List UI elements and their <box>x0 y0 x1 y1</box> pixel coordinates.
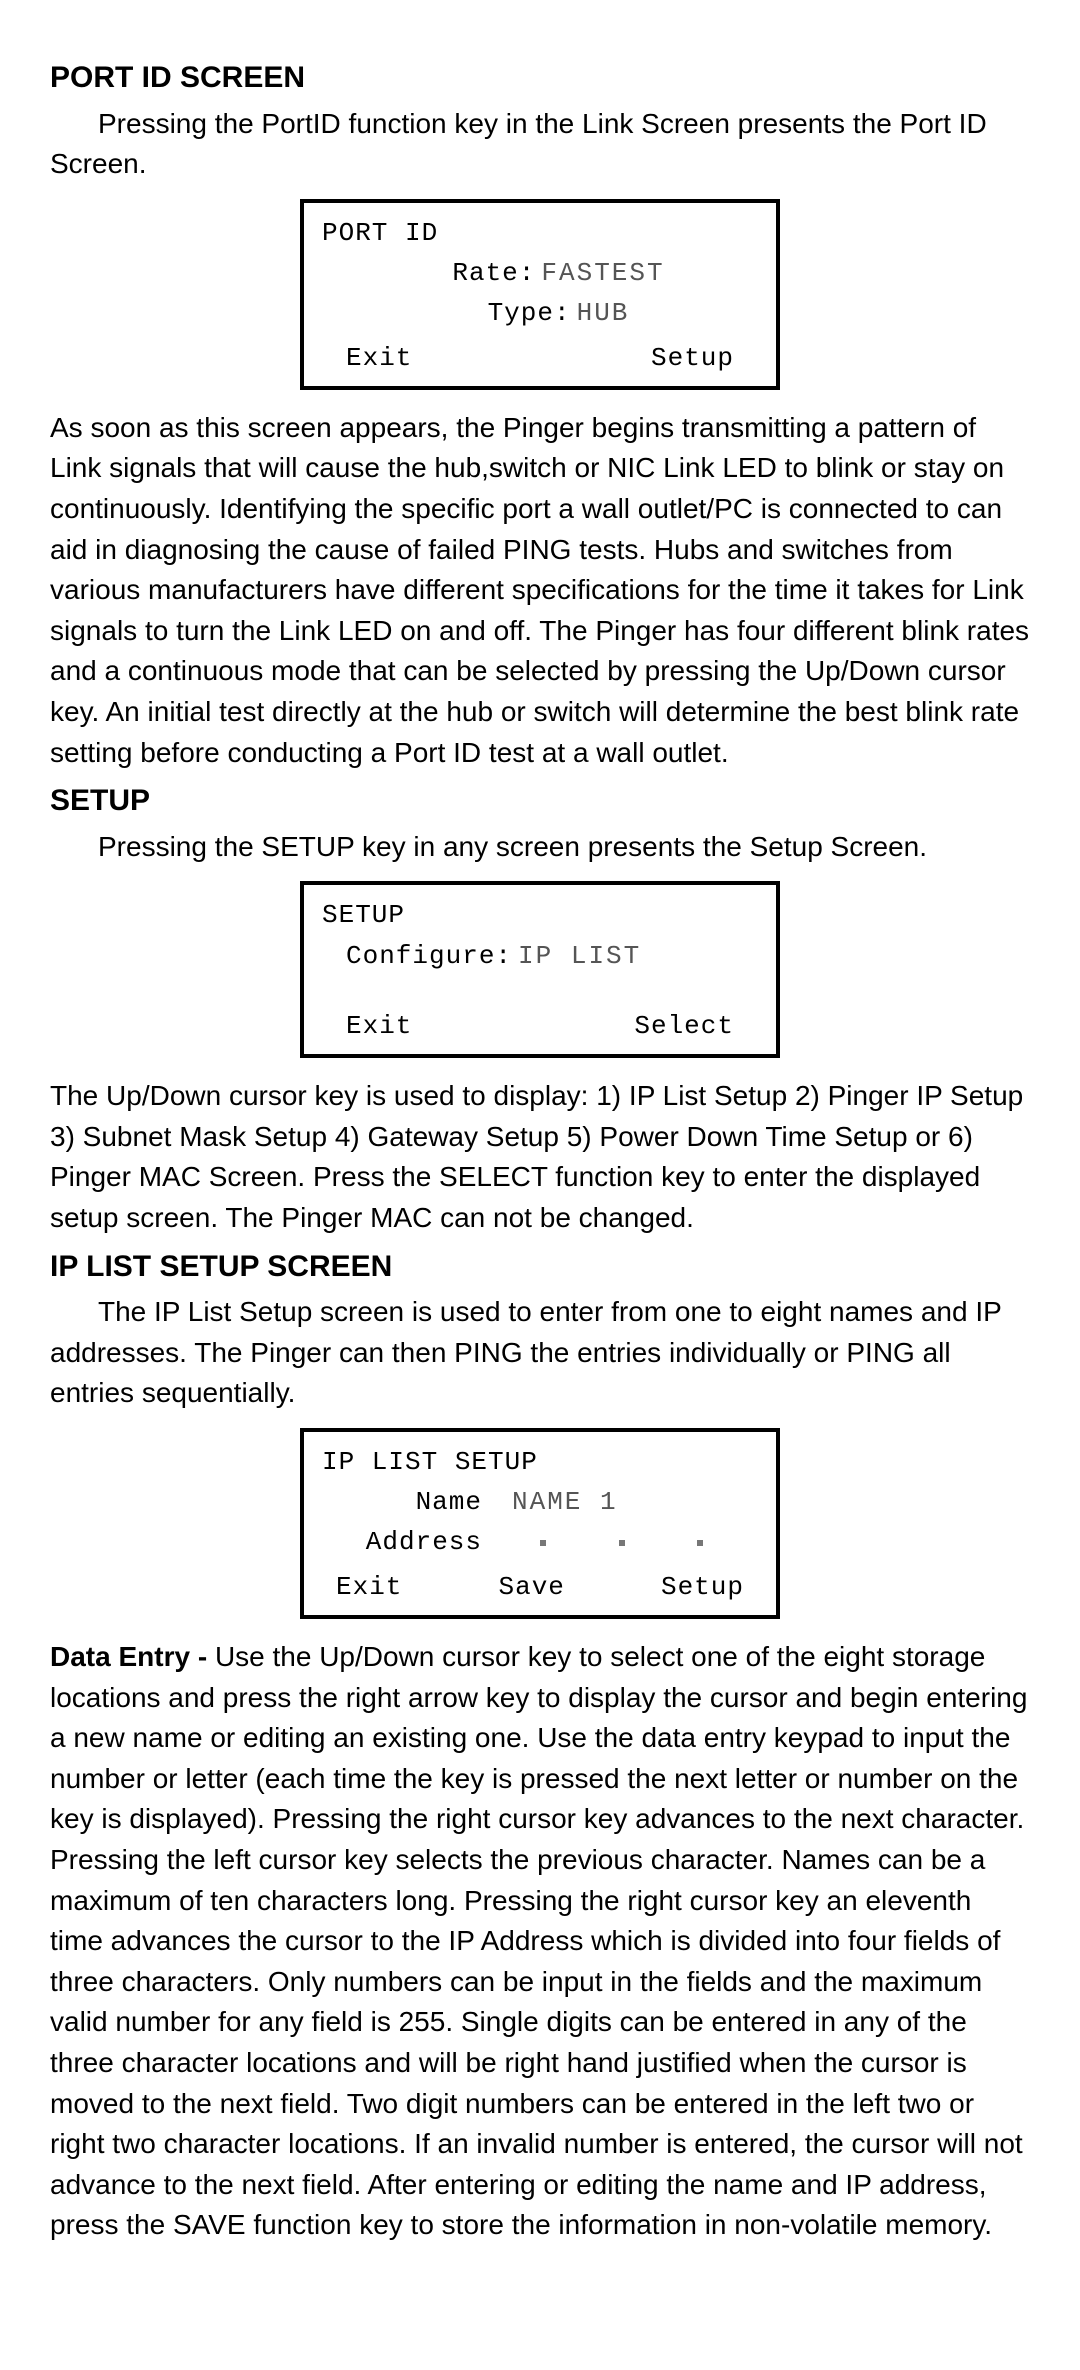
lcd-setup: SETUP Configure: IP LIST Exit Select <box>300 881 780 1058</box>
lcd-port-id-container: PORT ID Rate: FASTEST Type: HUB Exit Set… <box>50 199 1030 390</box>
lcd3-exit: Exit <box>336 1567 402 1607</box>
lcd3-address-value <box>512 1522 731 1562</box>
lcd2-configure-label: Configure: <box>346 936 512 976</box>
heading-port-id: PORT ID SCREEN <box>50 56 1030 100</box>
lcd1-title: PORT ID <box>322 213 758 253</box>
lcd2-title: SETUP <box>322 895 758 935</box>
dot-icon <box>540 1540 546 1546</box>
lcd1-rate-value: FASTEST <box>541 253 664 293</box>
lcd2-configure-value: IP LIST <box>518 936 641 976</box>
lcd1-rate-label: Rate: <box>415 253 535 293</box>
lcd-port-id: PORT ID Rate: FASTEST Type: HUB Exit Set… <box>300 199 780 390</box>
intro-ip-list: The IP List Setup screen is used to ente… <box>50 1292 1030 1414</box>
intro-port-id: Pressing the PortID function key in the … <box>50 104 1030 185</box>
data-entry-body: Use the Up/Down cursor key to select one… <box>50 1641 1027 2240</box>
lcd1-type-value: HUB <box>577 293 630 333</box>
intro-setup: Pressing the SETUP key in any screen pre… <box>50 827 1030 868</box>
dot-icon <box>697 1540 703 1546</box>
para-data-entry: Data Entry - Use the Up/Down cursor key … <box>50 1637 1030 2246</box>
lcd3-save: Save <box>498 1567 564 1607</box>
lcd-setup-container: SETUP Configure: IP LIST Exit Select <box>50 881 1030 1058</box>
heading-setup: SETUP <box>50 779 1030 823</box>
dot-icon <box>619 1540 625 1546</box>
data-entry-bold: Data Entry - <box>50 1641 215 1672</box>
lcd-ip-list-container: IP LIST SETUP Name NAME 1 Address Exit S… <box>50 1428 1030 1619</box>
lcd3-title: IP LIST SETUP <box>322 1442 758 1482</box>
lcd3-setup: Setup <box>661 1567 744 1607</box>
lcd2-select: Select <box>634 1006 734 1046</box>
para-port-id-body: As soon as this screen appears, the Ping… <box>50 408 1030 773</box>
lcd1-setup: Setup <box>651 338 734 378</box>
lcd2-exit: Exit <box>346 1006 412 1046</box>
lcd3-name-label: Name <box>322 1482 482 1522</box>
lcd3-address-label: Address <box>322 1522 482 1562</box>
lcd1-type-label: Type: <box>451 293 571 333</box>
para-setup-body: The Up/Down cursor key is used to displa… <box>50 1076 1030 1238</box>
lcd2-spacer <box>322 976 758 1002</box>
heading-ip-list: IP LIST SETUP SCREEN <box>50 1245 1030 1289</box>
lcd1-exit: Exit <box>346 338 412 378</box>
lcd3-name-value: NAME 1 <box>512 1482 618 1522</box>
lcd-ip-list: IP LIST SETUP Name NAME 1 Address Exit S… <box>300 1428 780 1619</box>
